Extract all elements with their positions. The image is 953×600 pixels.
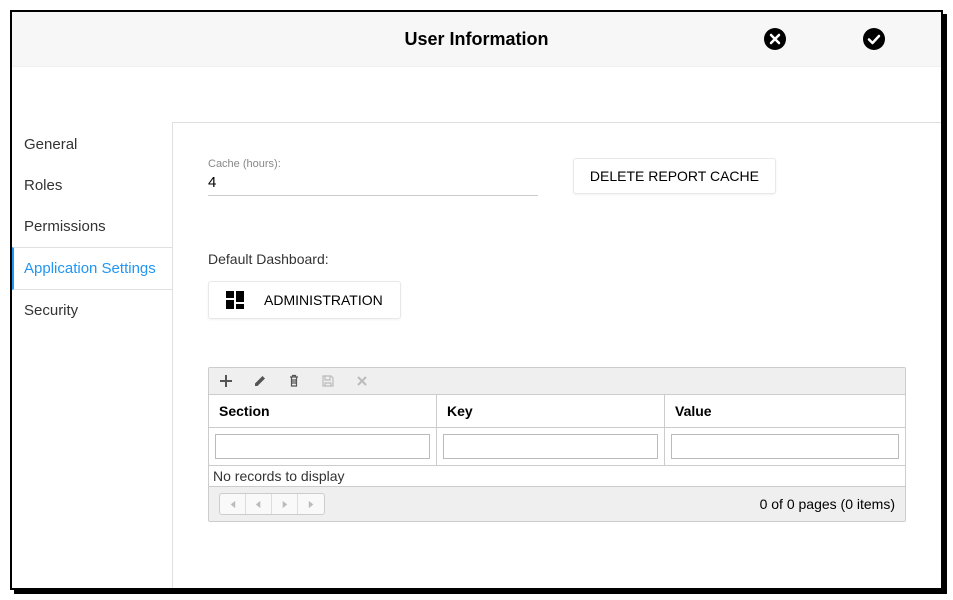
delete-icon[interactable] <box>287 374 301 388</box>
dashboard-icon <box>226 291 244 309</box>
grid-footer: 0 of 0 pages (0 items) <box>209 486 905 521</box>
user-info-window: User Information General Roles Permissio… <box>10 10 943 590</box>
page-title: User Information <box>404 29 548 50</box>
dashboard-button[interactable]: ADMINISTRATION <box>208 281 401 319</box>
edit-icon[interactable] <box>253 374 267 388</box>
pager-next-icon[interactable] <box>272 494 298 514</box>
header-actions <box>763 27 886 51</box>
sidebar-item-roles[interactable]: Roles <box>12 165 172 206</box>
confirm-icon[interactable] <box>862 27 886 51</box>
cache-field: Cache (hours): <box>208 158 538 196</box>
header: User Information <box>12 12 941 67</box>
grid-filter-row <box>209 428 905 466</box>
column-header-section[interactable]: Section <box>209 395 437 427</box>
grid-empty-text: No records to display <box>209 466 905 486</box>
pager-first-icon[interactable] <box>220 494 246 514</box>
settings-grid: Section Key Value No records to display <box>208 367 906 522</box>
add-icon[interactable] <box>219 374 233 388</box>
sidebar-item-general[interactable]: General <box>12 124 172 165</box>
sidebar: General Roles Permissions Application Se… <box>12 122 172 588</box>
cancel-icon <box>355 374 369 388</box>
save-icon <box>321 374 335 388</box>
delete-cache-button[interactable]: DELETE REPORT CACHE <box>573 158 776 194</box>
sidebar-item-permissions[interactable]: Permissions <box>12 206 172 247</box>
column-header-value[interactable]: Value <box>665 395 905 427</box>
sidebar-item-application-settings[interactable]: Application Settings <box>12 247 172 290</box>
dashboard-button-label: ADMINISTRATION <box>264 292 383 308</box>
cache-label: Cache (hours): <box>208 158 538 170</box>
filter-section-input[interactable] <box>215 434 430 459</box>
pager-info: 0 of 0 pages (0 items) <box>760 496 895 512</box>
cache-row: Cache (hours): DELETE REPORT CACHE <box>208 158 906 196</box>
dashboard-label: Default Dashboard: <box>208 251 906 267</box>
close-icon[interactable] <box>763 27 787 51</box>
pager-prev-icon[interactable] <box>246 494 272 514</box>
filter-value-input[interactable] <box>671 434 899 459</box>
filter-key-input[interactable] <box>443 434 658 459</box>
sidebar-item-security[interactable]: Security <box>12 290 172 331</box>
grid-toolbar <box>209 368 905 395</box>
content: Cache (hours): DELETE REPORT CACHE Defau… <box>172 122 941 588</box>
pager <box>219 493 325 515</box>
body: General Roles Permissions Application Se… <box>12 122 941 588</box>
column-header-key[interactable]: Key <box>437 395 665 427</box>
pager-last-icon[interactable] <box>298 494 324 514</box>
grid-header: Section Key Value <box>209 395 905 428</box>
header-spacer <box>12 67 941 122</box>
cache-input[interactable] <box>208 172 538 196</box>
